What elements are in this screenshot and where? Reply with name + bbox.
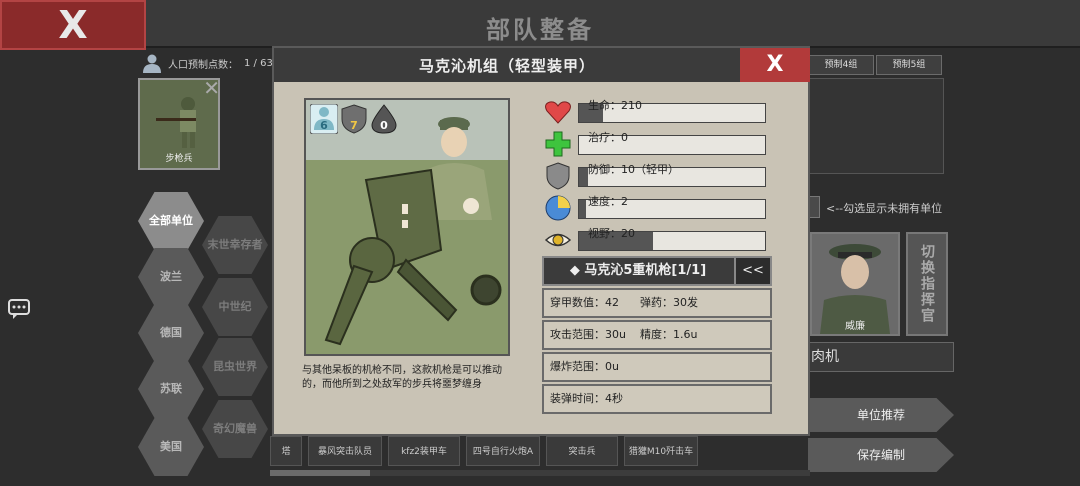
armor-badge-value: 7 (350, 119, 358, 132)
faction-germany[interactable]: 德国 (138, 304, 204, 362)
chat-icon[interactable] (8, 298, 30, 320)
bottom-unit-item[interactable]: 塔 (270, 436, 302, 466)
faction-medieval[interactable]: 中世纪 (202, 278, 268, 336)
weapon-stat: 攻击范围：30u (550, 328, 626, 341)
maxim-gun-illustration (306, 100, 508, 354)
preset-tab-4[interactable]: 预制4组 (808, 55, 874, 75)
unit-card-label: 步枪兵 (165, 154, 193, 164)
speed-pie-icon (545, 195, 571, 221)
commander-portrait[interactable]: 威廉 (810, 232, 900, 336)
faction-all[interactable]: 全部单位 (138, 192, 204, 250)
bottom-unit-item[interactable]: 猎獾M10歼击车 (624, 436, 698, 466)
save-formation-button[interactable]: 保存编制 (808, 438, 954, 472)
unit-detail-modal: 马克沁机组（轻型装甲） X 6 7 0 与其他呆板的机枪不同，这款机枪是可以推动… (272, 46, 810, 436)
modal-title: 马克沁机组（轻型装甲） (418, 57, 595, 75)
stat-health: 生命：210 (544, 98, 768, 126)
unit-name-field: 肉机 (806, 342, 954, 372)
stat-vision: 视野：20 (544, 226, 768, 254)
population-counter: 人口预制点数： 1 / 63 (142, 52, 273, 74)
weapon-row: 爆炸范围：0u (542, 352, 772, 382)
faction-poland[interactable]: 波兰 (138, 248, 204, 306)
bottom-scroll-thumb[interactable] (270, 470, 370, 476)
faction-insects[interactable]: 昆虫世界 (202, 338, 268, 396)
weapon-row: 穿甲数值：42 弹药：30发 (542, 288, 772, 318)
weapon-stat: 穿甲数值：42 (550, 296, 619, 309)
weapon-stat: 弹药：30发 (640, 296, 698, 309)
vision-label: 视野：20 (588, 227, 635, 240)
person-icon (143, 54, 161, 73)
population-label: 人口预制点数： (168, 59, 238, 71)
bottom-unit-item[interactable]: 暴风突击队员 (308, 436, 382, 466)
stealth-badge: 0 (370, 104, 398, 134)
weapon-row: 装弹时间：4秒 (542, 384, 772, 414)
weapon-stat: 爆炸范围：0u (550, 360, 619, 373)
stat-speed: 速度：2 (544, 194, 768, 222)
unit-portrait: 6 7 0 (304, 98, 510, 356)
stealth-badge-value: 0 (380, 119, 388, 132)
page-title: 部队整备 (486, 16, 594, 44)
modal-close-button[interactable]: X (740, 48, 810, 82)
weapon-header: ◆ 马克沁5重机枪[1/1] << (542, 256, 772, 286)
switch-commander-button[interactable]: 切换指挥官 (906, 232, 948, 336)
stat-defense: 防御：10（轻甲） (544, 162, 768, 190)
armor-badge: 7 (340, 104, 368, 134)
shield-icon (546, 162, 570, 190)
faction-ussr[interactable]: 苏联 (138, 360, 204, 418)
bottom-unit-item[interactable]: kfz2装甲车 (388, 436, 460, 466)
population-badge-value: 6 (320, 119, 328, 132)
bottom-unit-item[interactable]: 突击兵 (546, 436, 618, 466)
health-label: 生命：210 (588, 99, 642, 112)
population-badge: 6 (309, 103, 339, 135)
heart-icon (545, 101, 571, 124)
weapon-stat: 精度：1.6u (640, 328, 698, 341)
unit-description: 与其他呆板的机枪不同，这款机枪是可以推动的，而他所到之处敌军的步兵将噩梦缠身 (302, 365, 502, 390)
weapon-collapse-button[interactable]: << (734, 258, 770, 284)
selected-unit-card[interactable]: ✕ 步枪兵 (138, 76, 220, 170)
weapon-stat: 装弹时间：4秒 (550, 392, 623, 405)
faction-survivors[interactable]: 末世幸存者 (202, 216, 268, 274)
heal-label: 治疗：0 (588, 131, 628, 144)
commander-name: 威廉 (845, 321, 865, 332)
defense-label: 防御：10（轻甲） (588, 163, 679, 176)
preset-tab-5[interactable]: 预制5组 (876, 55, 942, 75)
faction-usa[interactable]: 美国 (138, 418, 204, 476)
speed-label: 速度：2 (588, 195, 628, 208)
bottom-unit-item[interactable]: 四号自行火炮A (466, 436, 540, 466)
preset-panel (808, 78, 944, 174)
remove-unit-icon[interactable]: ✕ (203, 76, 220, 100)
population-value: 1 / 63 (244, 57, 273, 69)
weapon-title: ◆ 马克沁5重机枪[1/1] (569, 263, 707, 278)
recommend-button[interactable]: 单位推荐 (808, 398, 954, 432)
faction-fantasy[interactable]: 奇幻魔兽 (202, 400, 268, 458)
heal-cross-icon (545, 131, 571, 157)
rifleman-portrait (156, 97, 196, 148)
stat-heal: 治疗：0 (544, 130, 768, 158)
show-unowned-hint: <--勾选显示未拥有单位 (826, 202, 943, 215)
eye-icon (544, 233, 572, 247)
weapon-row: 攻击范围：30u 精度：1.6u (542, 320, 772, 350)
